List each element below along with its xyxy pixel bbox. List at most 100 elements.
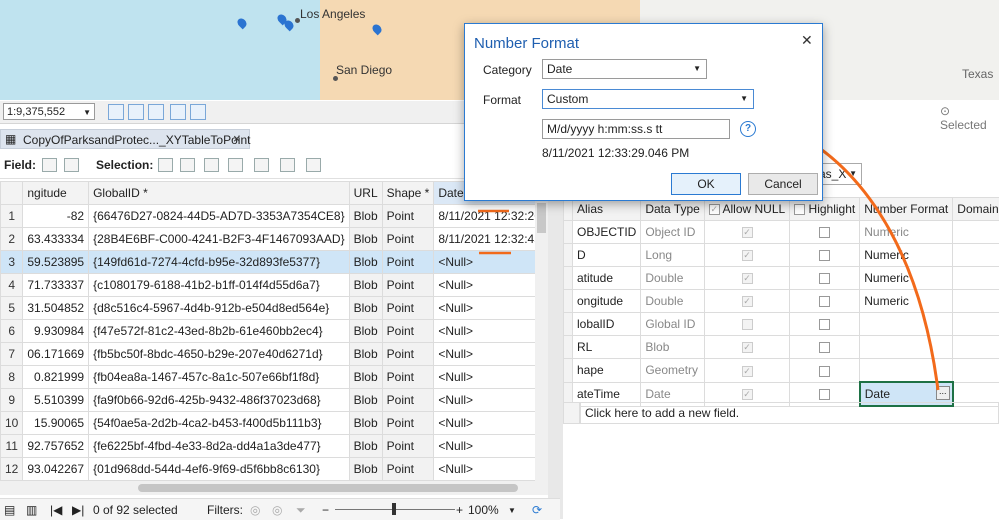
longitude-cell[interactable]: 5.510399 xyxy=(23,389,89,412)
table-row[interactable]: 1293.042267{01d968dd-544d-4ef6-9f69-d5f6… xyxy=(1,458,549,481)
globalid-cell[interactable]: {fe6225bf-4fbd-4e33-8d2a-dd4a1a3de477} xyxy=(89,435,350,458)
category-select[interactable]: Date ▼ xyxy=(542,59,707,79)
zoom-in-icon[interactable]: + xyxy=(456,503,463,517)
domain-cell[interactable] xyxy=(953,267,999,290)
filter-selection-icon[interactable]: ◎ xyxy=(272,503,282,517)
number-format-cell[interactable]: Numeric xyxy=(860,267,953,290)
datetime-cell[interactable]: <Null> xyxy=(434,412,548,435)
shape-cell[interactable]: Point xyxy=(382,343,434,366)
next-record-icon[interactable]: ▶| xyxy=(72,503,84,517)
fields-column-header[interactable]: Number Format xyxy=(860,198,953,221)
map-point-icon[interactable] xyxy=(283,19,296,32)
datetime-cell[interactable]: 8/11/2021 12:32:26.188 PM xyxy=(434,205,548,228)
map-point-icon[interactable] xyxy=(236,17,249,30)
alias-cell[interactable]: ongitude xyxy=(573,290,641,313)
close-icon[interactable]: ✕ xyxy=(801,32,813,49)
data-type-cell[interactable]: Blob xyxy=(641,336,704,359)
select-by-attributes-icon[interactable] xyxy=(158,158,173,172)
longitude-cell[interactable]: 59.523895 xyxy=(23,251,89,274)
highlight-cell[interactable] xyxy=(790,290,860,313)
pause-draw-icon[interactable] xyxy=(190,104,206,120)
row-number[interactable]: 8 xyxy=(1,366,23,389)
highlight-checkbox[interactable] xyxy=(819,389,830,400)
highlight-checkbox[interactable] xyxy=(819,227,830,238)
row-selector[interactable] xyxy=(564,290,573,313)
filter-query-icon[interactable]: ⏷ xyxy=(296,503,306,518)
row-number-header[interactable] xyxy=(1,182,23,205)
cancel-button[interactable]: Cancel xyxy=(748,173,818,195)
url-cell[interactable]: Blob xyxy=(349,251,382,274)
domain-cell[interactable] xyxy=(953,313,999,336)
shape-cell[interactable]: Point xyxy=(382,205,434,228)
column-header[interactable]: ngitude xyxy=(23,182,89,205)
allow-null-checkbox-header[interactable]: ✓ xyxy=(709,204,720,215)
domain-cell[interactable] xyxy=(953,336,999,359)
shape-cell[interactable]: Point xyxy=(382,228,434,251)
horizontal-scrollbar[interactable] xyxy=(0,481,548,495)
copy-selection-icon[interactable] xyxy=(280,158,295,172)
datetime-cell[interactable]: 8/11/2021 12:32:45.910 PM xyxy=(434,228,548,251)
calculate-field-icon[interactable] xyxy=(64,158,79,172)
zoom-to-selection-icon[interactable] xyxy=(180,158,195,172)
field-row[interactable]: atitudeDouble✓Numeric xyxy=(564,267,999,290)
attribute-table-tab[interactable]: ▦ CopyOfParksandProtec..._XYTableToPoint… xyxy=(0,129,250,149)
zoom-slider-thumb[interactable] xyxy=(392,503,396,515)
url-cell[interactable]: Blob xyxy=(349,458,382,481)
globalid-cell[interactable]: {28B4E6BF-C000-4241-B2F3-4F1467093AAD} xyxy=(89,228,350,251)
column-header[interactable]: Shape * xyxy=(382,182,434,205)
url-cell[interactable]: Blob xyxy=(349,435,382,458)
data-type-cell[interactable]: Geometry xyxy=(641,359,704,383)
field-row[interactable]: OBJECTIDObject ID✓Numeric xyxy=(564,221,999,244)
longitude-cell[interactable]: -82 xyxy=(23,205,89,228)
data-type-cell[interactable]: Object ID xyxy=(641,221,704,244)
globalid-cell[interactable]: {d8c516c4-5967-4d4b-912b-e504d8ed564e} xyxy=(89,297,350,320)
row-number[interactable]: 6 xyxy=(1,320,23,343)
highlight-checkbox[interactable] xyxy=(819,296,830,307)
shape-cell[interactable]: Point xyxy=(382,435,434,458)
table-row[interactable]: 263.433334{28B4E6BF-C000-4241-B2F3-4F146… xyxy=(1,228,549,251)
table-row[interactable]: 95.510399{fa9f0b66-92d6-425b-9432-486f37… xyxy=(1,389,549,412)
table-row[interactable]: 1192.757652{fe6225bf-4fbd-4e33-8d2a-dd4a… xyxy=(1,435,549,458)
row-number[interactable]: 3 xyxy=(1,251,23,274)
globalid-cell[interactable]: {fb04ea8a-1467-457c-8a1c-507e66bf1f8d} xyxy=(89,366,350,389)
column-header[interactable]: URL xyxy=(349,182,382,205)
longitude-cell[interactable]: 93.042267 xyxy=(23,458,89,481)
shape-cell[interactable]: Point xyxy=(382,274,434,297)
longitude-cell[interactable]: 0.821999 xyxy=(23,366,89,389)
data-type-cell[interactable]: Double xyxy=(641,267,704,290)
datetime-cell[interactable]: <Null> xyxy=(434,297,548,320)
datetime-cell[interactable]: <Null> xyxy=(434,389,548,412)
url-cell[interactable]: Blob xyxy=(349,320,382,343)
allow-null-cell[interactable]: ✓ xyxy=(704,221,789,244)
allow-null-checkbox[interactable]: ✓ xyxy=(742,227,753,238)
domain-cell[interactable] xyxy=(953,359,999,383)
highlight-checkbox[interactable] xyxy=(819,342,830,353)
allow-null-cell[interactable]: ✓ xyxy=(704,244,789,267)
domain-cell[interactable] xyxy=(953,244,999,267)
allow-null-checkbox[interactable] xyxy=(742,319,753,330)
row-number[interactable]: 5 xyxy=(1,297,23,320)
row-number[interactable]: 12 xyxy=(1,458,23,481)
zoom-out-icon[interactable]: − xyxy=(322,503,329,517)
allow-null-checkbox[interactable]: ✓ xyxy=(742,366,753,377)
scroll-thumb[interactable] xyxy=(537,203,546,233)
alias-cell[interactable]: D xyxy=(573,244,641,267)
table-row[interactable]: 531.504852{d8c516c4-5967-4d4b-912b-e504d… xyxy=(1,297,549,320)
domain-cell[interactable] xyxy=(953,290,999,313)
longitude-cell[interactable]: 92.757652 xyxy=(23,435,89,458)
table-row[interactable]: 1-82{66476D27-0824-44D5-AD7D-3353A7354CE… xyxy=(1,205,549,228)
number-format-cell[interactable] xyxy=(860,313,953,336)
highlight-checkbox-header[interactable] xyxy=(794,204,805,215)
column-header[interactable]: GlobalID * xyxy=(89,182,350,205)
clear-selection-icon[interactable] xyxy=(228,158,243,172)
data-type-cell[interactable]: Double xyxy=(641,290,704,313)
url-cell[interactable]: Blob xyxy=(349,274,382,297)
row-number[interactable]: 2 xyxy=(1,228,23,251)
first-record-icon[interactable]: |◀ xyxy=(50,503,62,517)
row-selector[interactable] xyxy=(564,313,573,336)
domain-cell[interactable] xyxy=(953,221,999,244)
number-format-cell[interactable]: Numeric xyxy=(860,244,953,267)
globalid-cell[interactable]: {66476D27-0824-44D5-AD7D-3353A7354CE8} xyxy=(89,205,350,228)
allow-null-checkbox[interactable]: ✓ xyxy=(742,296,753,307)
shape-cell[interactable]: Point xyxy=(382,320,434,343)
